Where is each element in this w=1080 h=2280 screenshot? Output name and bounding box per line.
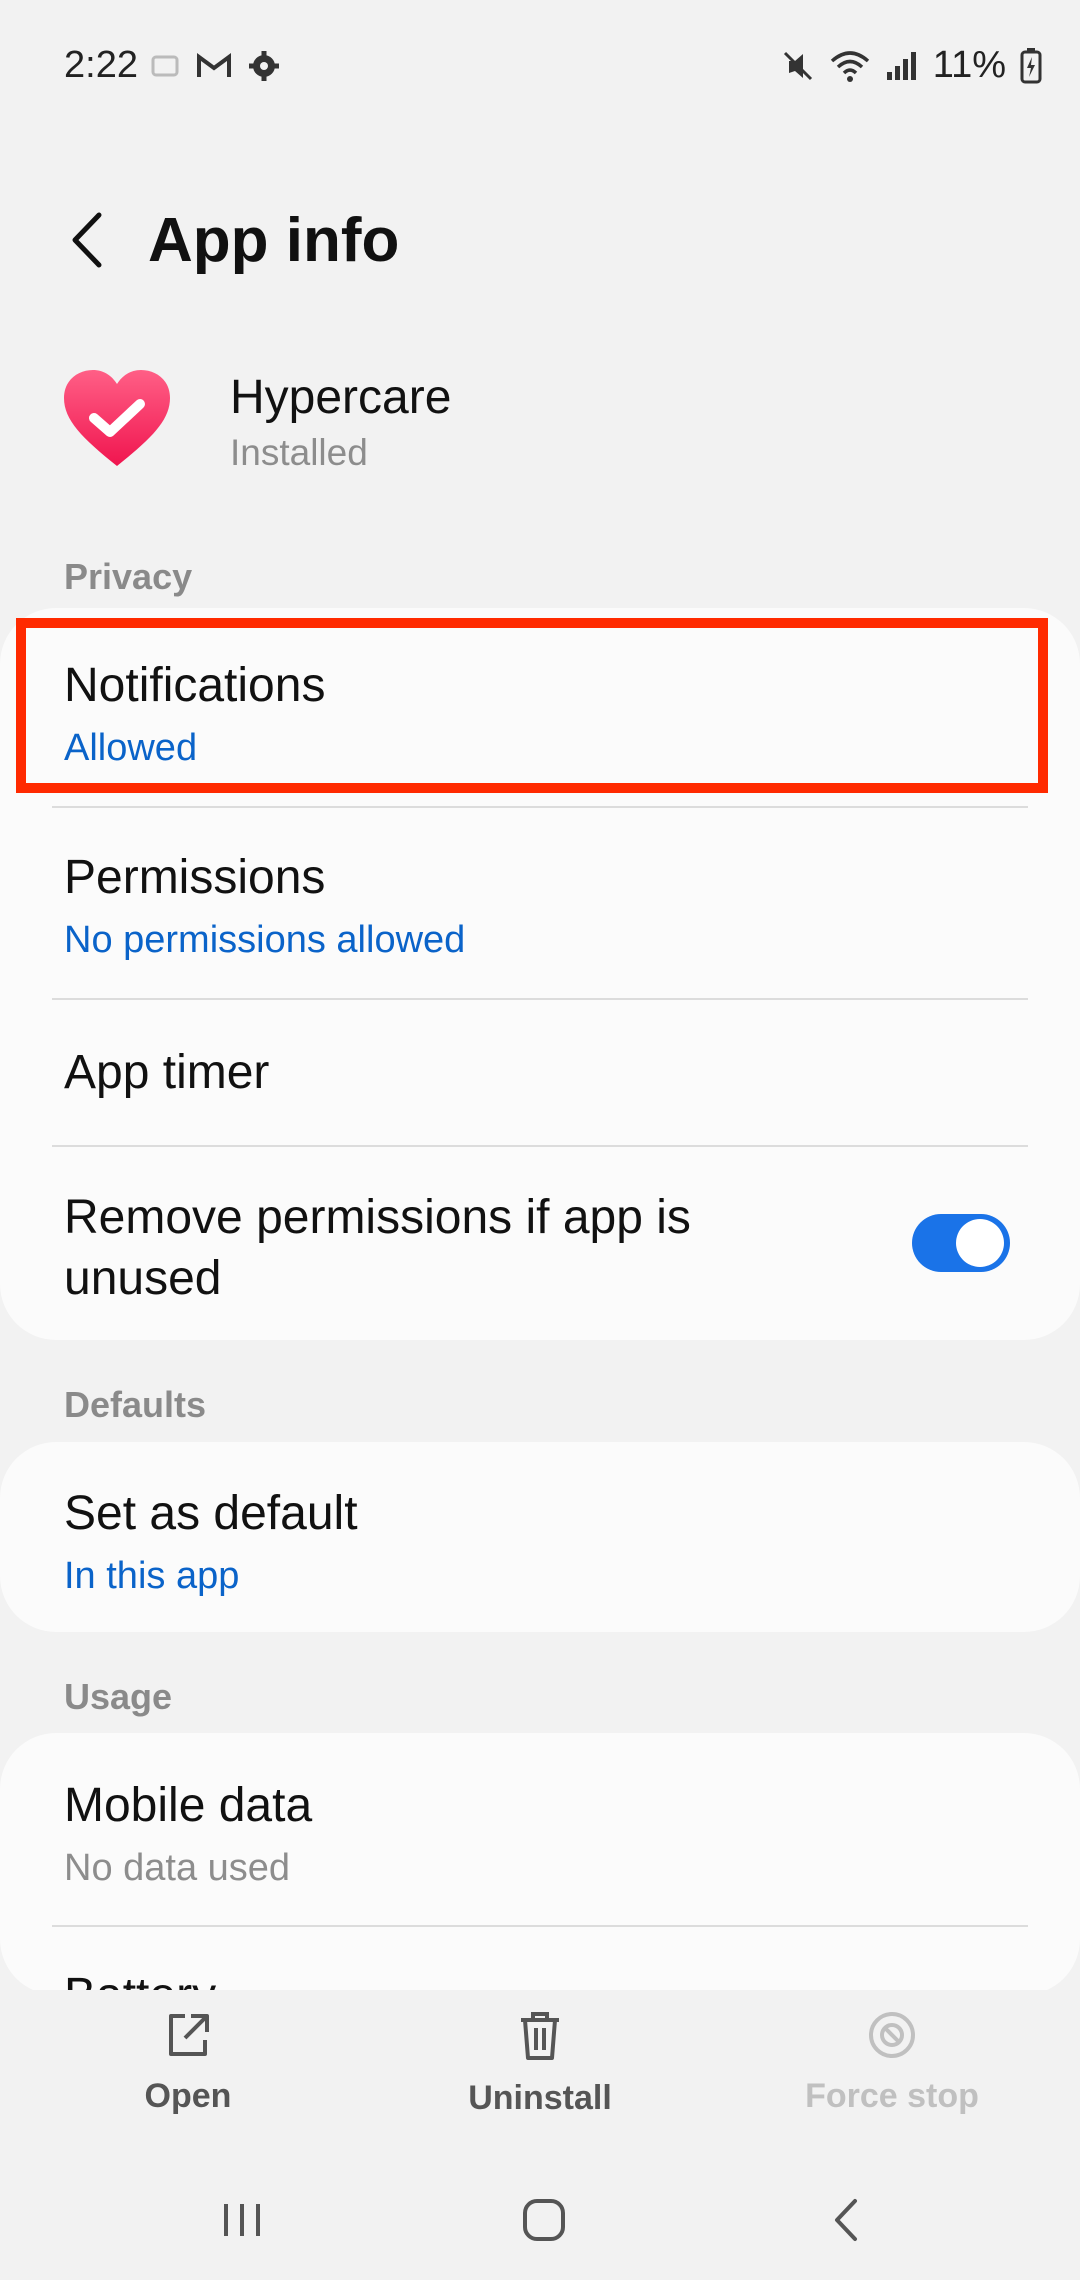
- status-right: 11%: [781, 44, 1042, 87]
- home-button[interactable]: [504, 2190, 584, 2250]
- set-default-subtitle: In this app: [64, 1555, 240, 1597]
- divider: [52, 998, 1028, 1000]
- remove-permissions-item[interactable]: Remove permissions if app is unused: [64, 1190, 884, 1306]
- set-default-title: Set as default: [64, 1487, 358, 1540]
- divider: [52, 1145, 1028, 1147]
- app-timer-item[interactable]: App timer: [64, 1045, 269, 1100]
- app-icon: [62, 368, 172, 468]
- remove-permissions-title-line1: Remove permissions if app is: [64, 1191, 691, 1244]
- chevron-left-icon: [72, 212, 102, 268]
- uninstall-button[interactable]: Uninstall: [420, 2010, 660, 2118]
- section-label-defaults: Defaults: [64, 1384, 207, 1425]
- page-title: App info: [148, 206, 400, 275]
- permissions-title: Permissions: [64, 851, 326, 904]
- nav-back-button[interactable]: [806, 2190, 886, 2250]
- section-label-privacy: Privacy: [64, 556, 193, 597]
- open-external-icon: [169, 2014, 209, 2056]
- highlight-box: [16, 618, 1048, 793]
- settings-icon: [249, 51, 279, 81]
- recent-apps-button[interactable]: [202, 2190, 282, 2250]
- mobile-data-subtitle: No data used: [64, 1847, 291, 1889]
- back-arrow-icon: [835, 2199, 857, 2241]
- mobile-data-item[interactable]: Mobile data No data used: [64, 1778, 312, 1890]
- trash-icon: [521, 2012, 559, 2060]
- mobile-data-title: Mobile data: [64, 1779, 313, 1832]
- mute-icon: [783, 51, 812, 80]
- remove-permissions-toggle[interactable]: [912, 1214, 1010, 1272]
- heart-check-icon: [64, 370, 170, 466]
- divider: [52, 1925, 1028, 1927]
- app-status: Installed: [230, 432, 368, 473]
- set-default-item[interactable]: Set as default In this app: [64, 1486, 358, 1598]
- status-left-icons: [150, 50, 280, 82]
- status-time: 2:22: [64, 44, 138, 86]
- divider: [52, 806, 1028, 808]
- back-button[interactable]: [56, 200, 116, 280]
- wifi-icon: [830, 50, 869, 82]
- permissions-item[interactable]: Permissions No permissions allowed: [64, 850, 465, 962]
- permissions-subtitle: No permissions allowed: [64, 919, 466, 961]
- app-name: Hypercare: [230, 371, 452, 424]
- battery-percent: 11%: [932, 44, 1006, 86]
- signal-icon: [886, 51, 916, 80]
- home-icon: [523, 2199, 565, 2241]
- uninstall-label: Uninstall: [468, 2079, 612, 2117]
- gmail-icon: [197, 53, 231, 77]
- force-stop-button[interactable]: Force stop: [772, 2010, 1012, 2116]
- section-label-usage: Usage: [64, 1676, 173, 1717]
- battery-charging-icon: [1020, 47, 1042, 83]
- recent-apps-icon: [224, 2204, 260, 2236]
- app-timer-title: App timer: [64, 1046, 270, 1099]
- notification-icon: [151, 55, 179, 77]
- open-button[interactable]: Open: [68, 2010, 308, 2116]
- open-label: Open: [144, 2077, 232, 2115]
- toggle-knob: [956, 1219, 1004, 1267]
- stop-icon: [869, 2012, 915, 2058]
- force-stop-label: Force stop: [805, 2077, 979, 2115]
- remove-permissions-title-line2: unused: [64, 1252, 222, 1305]
